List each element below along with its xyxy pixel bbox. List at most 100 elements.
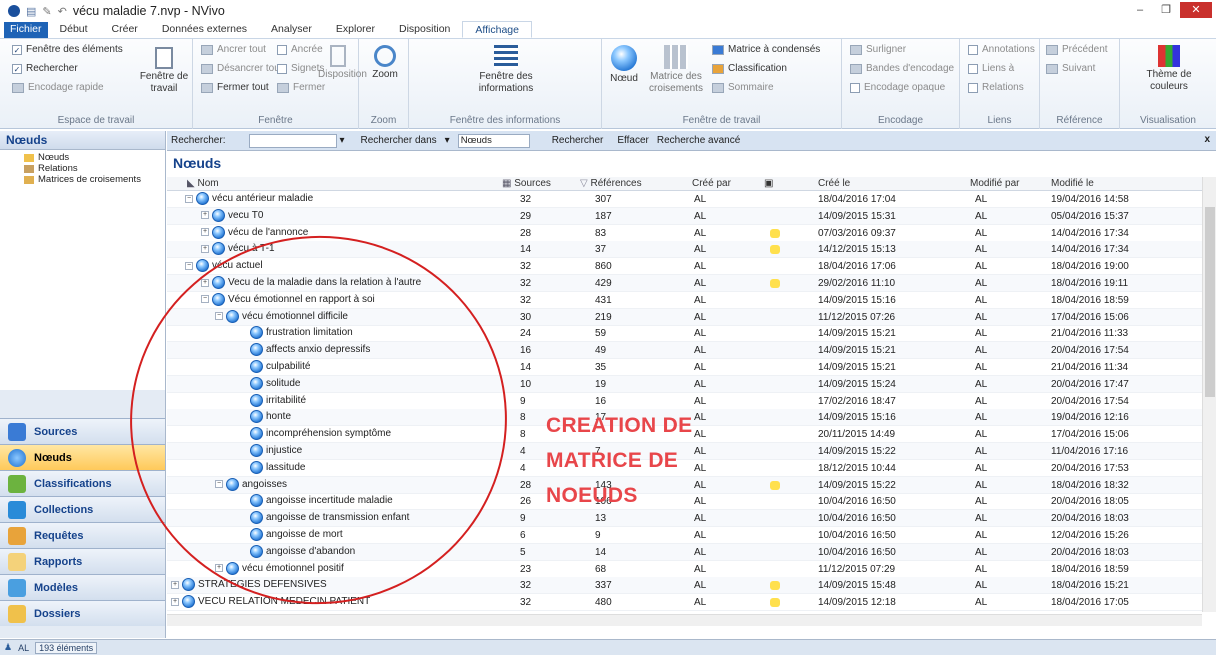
fenetre-elements-checkbox[interactable]: ✓ Fenêtre des éléments xyxy=(12,44,123,55)
table-row[interactable]: affects anxio depressifs 16 49 AL 14/09/2015… xyxy=(167,342,1202,360)
table-row[interactable]: solitude 10 19 AL 14/09/2015 15:24 AL 20/04/20… xyxy=(167,375,1202,393)
tab-analyser[interactable]: Analyser xyxy=(259,21,324,38)
node-name-cell[interactable]: − vécu actuel xyxy=(185,259,263,273)
search-clear-button[interactable]: Effacer xyxy=(617,135,649,146)
node-name-cell[interactable]: angoisse de mort xyxy=(237,528,343,541)
node-name-cell[interactable]: irritabilité xyxy=(237,393,306,407)
classification-button[interactable]: Classification xyxy=(712,63,787,74)
nav-sources-button[interactable]: Sources xyxy=(0,418,165,444)
tab-explorer[interactable]: Explorer xyxy=(324,21,387,38)
node-name-cell[interactable]: solitude xyxy=(237,376,300,390)
table-row[interactable]: + vécu émotionnel positif 23 68 AL 11/12/2015… xyxy=(167,561,1202,578)
fermer-tout-button[interactable]: Fermer tout xyxy=(201,82,269,93)
expand-toggle[interactable]: + xyxy=(171,597,179,606)
node-name-cell[interactable]: culpabilité xyxy=(237,360,310,373)
nav-modeles-button[interactable]: Modèles xyxy=(0,574,165,600)
undo-icon[interactable]: ↶ xyxy=(58,5,67,18)
col-sources[interactable]: ▦ Sources xyxy=(502,178,551,189)
table-row[interactable]: − vécu antérieur maladie 32 307 AL 18/04/2016… xyxy=(167,191,1202,208)
nav-tree-matrices[interactable]: Matrices de croisements xyxy=(0,174,165,185)
node-name-cell[interactable]: + vecu T0 xyxy=(201,208,263,222)
col-nom[interactable]: ◣ Nom xyxy=(187,178,219,189)
sommaire-button[interactable]: Sommaire xyxy=(712,82,774,93)
table-row[interactable]: + vecu T0 29 187 AL 14/09/2015 15:31 AL 05/04/2… xyxy=(167,207,1202,225)
precedent-button[interactable]: Précédent xyxy=(1046,44,1108,55)
table-row[interactable]: angoisse d'abandon 5 14 AL 10/04/2016 16:50 A… xyxy=(167,543,1202,561)
table-row[interactable]: + vécu de l'annonce 28 83 AL 07/03/2016 09:37… xyxy=(167,225,1202,242)
node-name-cell[interactable]: + STRATEGIES DEFENSIVES xyxy=(171,578,327,592)
col-modifie-par[interactable]: Modifié par xyxy=(970,178,1019,189)
expand-toggle[interactable]: + xyxy=(201,278,209,287)
encodage-rapide-button[interactable]: Encodage rapide xyxy=(12,82,104,93)
expand-toggle[interactable]: + xyxy=(201,211,209,220)
node-name-cell[interactable]: angoisse incertitude maladie xyxy=(237,494,393,508)
tab-creer[interactable]: Créer xyxy=(100,21,150,38)
annotations-checkbox[interactable]: Annotations xyxy=(968,44,1035,55)
table-row[interactable]: angoisse de transmission enfant 9 13 AL 10/0… xyxy=(167,510,1202,528)
suivant-button[interactable]: Suivant xyxy=(1046,63,1095,74)
table-row[interactable]: − vécu émotionnel difficile 30 219 AL 11/12/2… xyxy=(167,308,1202,326)
save-icon[interactable]: ▤ xyxy=(26,5,36,18)
nav-tree-noeuds[interactable]: Nœuds xyxy=(0,150,165,163)
node-name-cell[interactable]: injustice xyxy=(237,444,302,457)
ancree-checkbox[interactable]: Ancrée xyxy=(277,44,323,55)
table-row[interactable]: irritabilité 9 16 AL 17/02/2016 18:47 AL 20/04… xyxy=(167,393,1202,410)
search-in-dropdown[interactable]: Rechercher dans xyxy=(361,135,437,146)
table-row[interactable]: frustration limitation 24 59 AL 14/09/2015 1… xyxy=(167,325,1202,343)
table-row[interactable]: + Vecu de la maladie dans la relation à l… xyxy=(167,275,1202,292)
table-row[interactable]: injustice 4 7 AL 14/09/2015 15:22 AL 11/04/201… xyxy=(167,443,1202,460)
node-name-cell[interactable]: affects anxio depressifs xyxy=(237,343,370,357)
expand-toggle[interactable]: + xyxy=(171,580,179,589)
zoom-button[interactable]: Zoom xyxy=(365,45,405,81)
node-name-cell[interactable]: angoisse d'abandon xyxy=(237,544,355,558)
fermer-button[interactable]: Fermer xyxy=(277,82,325,93)
table-row[interactable]: angoisse de mort 6 9 AL 10/04/2016 16:50 AL 12… xyxy=(167,527,1202,544)
vertical-scroll-thumb[interactable] xyxy=(1205,207,1215,397)
relations-checkbox[interactable]: Relations xyxy=(968,82,1024,93)
search-input[interactable] xyxy=(249,133,338,148)
col-references[interactable]: ▽ Références xyxy=(580,178,642,189)
close-find-icon[interactable]: x xyxy=(1204,134,1210,145)
nav-tree-relations[interactable]: Relations xyxy=(0,163,165,174)
nav-rapports-button[interactable]: Rapports xyxy=(0,548,165,574)
liens-a-checkbox[interactable]: Liens à xyxy=(968,63,1014,74)
theme-couleurs-button[interactable]: Thème de couleurs xyxy=(1134,45,1204,93)
node-name-cell[interactable]: honte xyxy=(237,410,291,424)
horizontal-scrollbar[interactable] xyxy=(167,614,1202,626)
node-name-cell[interactable]: − vécu antérieur maladie xyxy=(185,192,313,205)
table-row[interactable]: − Vécu émotionnel en rapport à soi 32 431 AL… xyxy=(167,292,1202,309)
col-cree-par[interactable]: Créé par xyxy=(692,178,731,189)
table-row[interactable]: + VECU RELATION MEDECIN PATIENT 32 480 AL 14/… xyxy=(167,594,1202,612)
tab-affichage[interactable]: Affichage xyxy=(462,21,532,38)
node-name-cell[interactable]: angoisse de transmission enfant xyxy=(237,511,409,525)
node-name-cell[interactable]: + vécu de l'annonce xyxy=(201,225,308,239)
node-name-cell[interactable]: frustration limitation xyxy=(237,326,353,340)
nav-requetes-button[interactable]: Requêtes xyxy=(0,522,165,548)
expand-toggle[interactable]: − xyxy=(185,194,193,203)
advanced-search-button[interactable]: Recherche avancé xyxy=(657,135,740,146)
expand-toggle[interactable]: + xyxy=(201,244,209,253)
edit-icon[interactable]: ✎ xyxy=(42,5,51,18)
search-go-button[interactable]: Rechercher xyxy=(552,135,604,146)
surligner-button[interactable]: Surligner xyxy=(850,44,906,55)
tab-donnees-externes[interactable]: Données externes xyxy=(150,21,259,38)
node-name-cell[interactable]: + vécu à T-1 xyxy=(201,242,275,256)
matrice-condenses-button[interactable]: Matrice à condensés xyxy=(712,44,820,55)
table-row[interactable]: angoisse incertitude maladie 26 106 AL 10/04… xyxy=(167,493,1202,511)
table-row[interactable]: + vécu à T-1 14 37 AL 14/12/2015 15:13 AL 14/04… xyxy=(167,241,1202,259)
search-scope-field[interactable]: Nœuds xyxy=(457,133,530,148)
maximize-button[interactable]: ❐ xyxy=(1154,2,1178,18)
expand-toggle[interactable]: − xyxy=(215,312,223,321)
node-name-cell[interactable]: + vécu émotionnel positif xyxy=(215,561,344,575)
bandes-encodage-button[interactable]: Bandes d'encodage xyxy=(850,63,954,74)
expand-toggle[interactable]: + xyxy=(215,564,223,573)
col-cree-le[interactable]: Créé le xyxy=(818,178,850,189)
node-name-cell[interactable]: + VECU RELATION MEDECIN PATIENT xyxy=(171,595,370,609)
table-row[interactable]: + STRATEGIES DEFENSIVES 32 337 AL 14/09/2015 … xyxy=(167,577,1202,595)
vertical-scrollbar[interactable] xyxy=(1202,177,1216,612)
col-color-icon[interactable]: ▣ xyxy=(764,178,773,189)
close-button[interactable]: ✕ xyxy=(1180,2,1212,18)
minimize-button[interactable]: – xyxy=(1128,2,1152,18)
nav-noeuds-button[interactable]: Nœuds xyxy=(0,444,165,470)
node-name-cell[interactable]: + Vecu de la maladie dans la relation à l… xyxy=(201,276,421,289)
